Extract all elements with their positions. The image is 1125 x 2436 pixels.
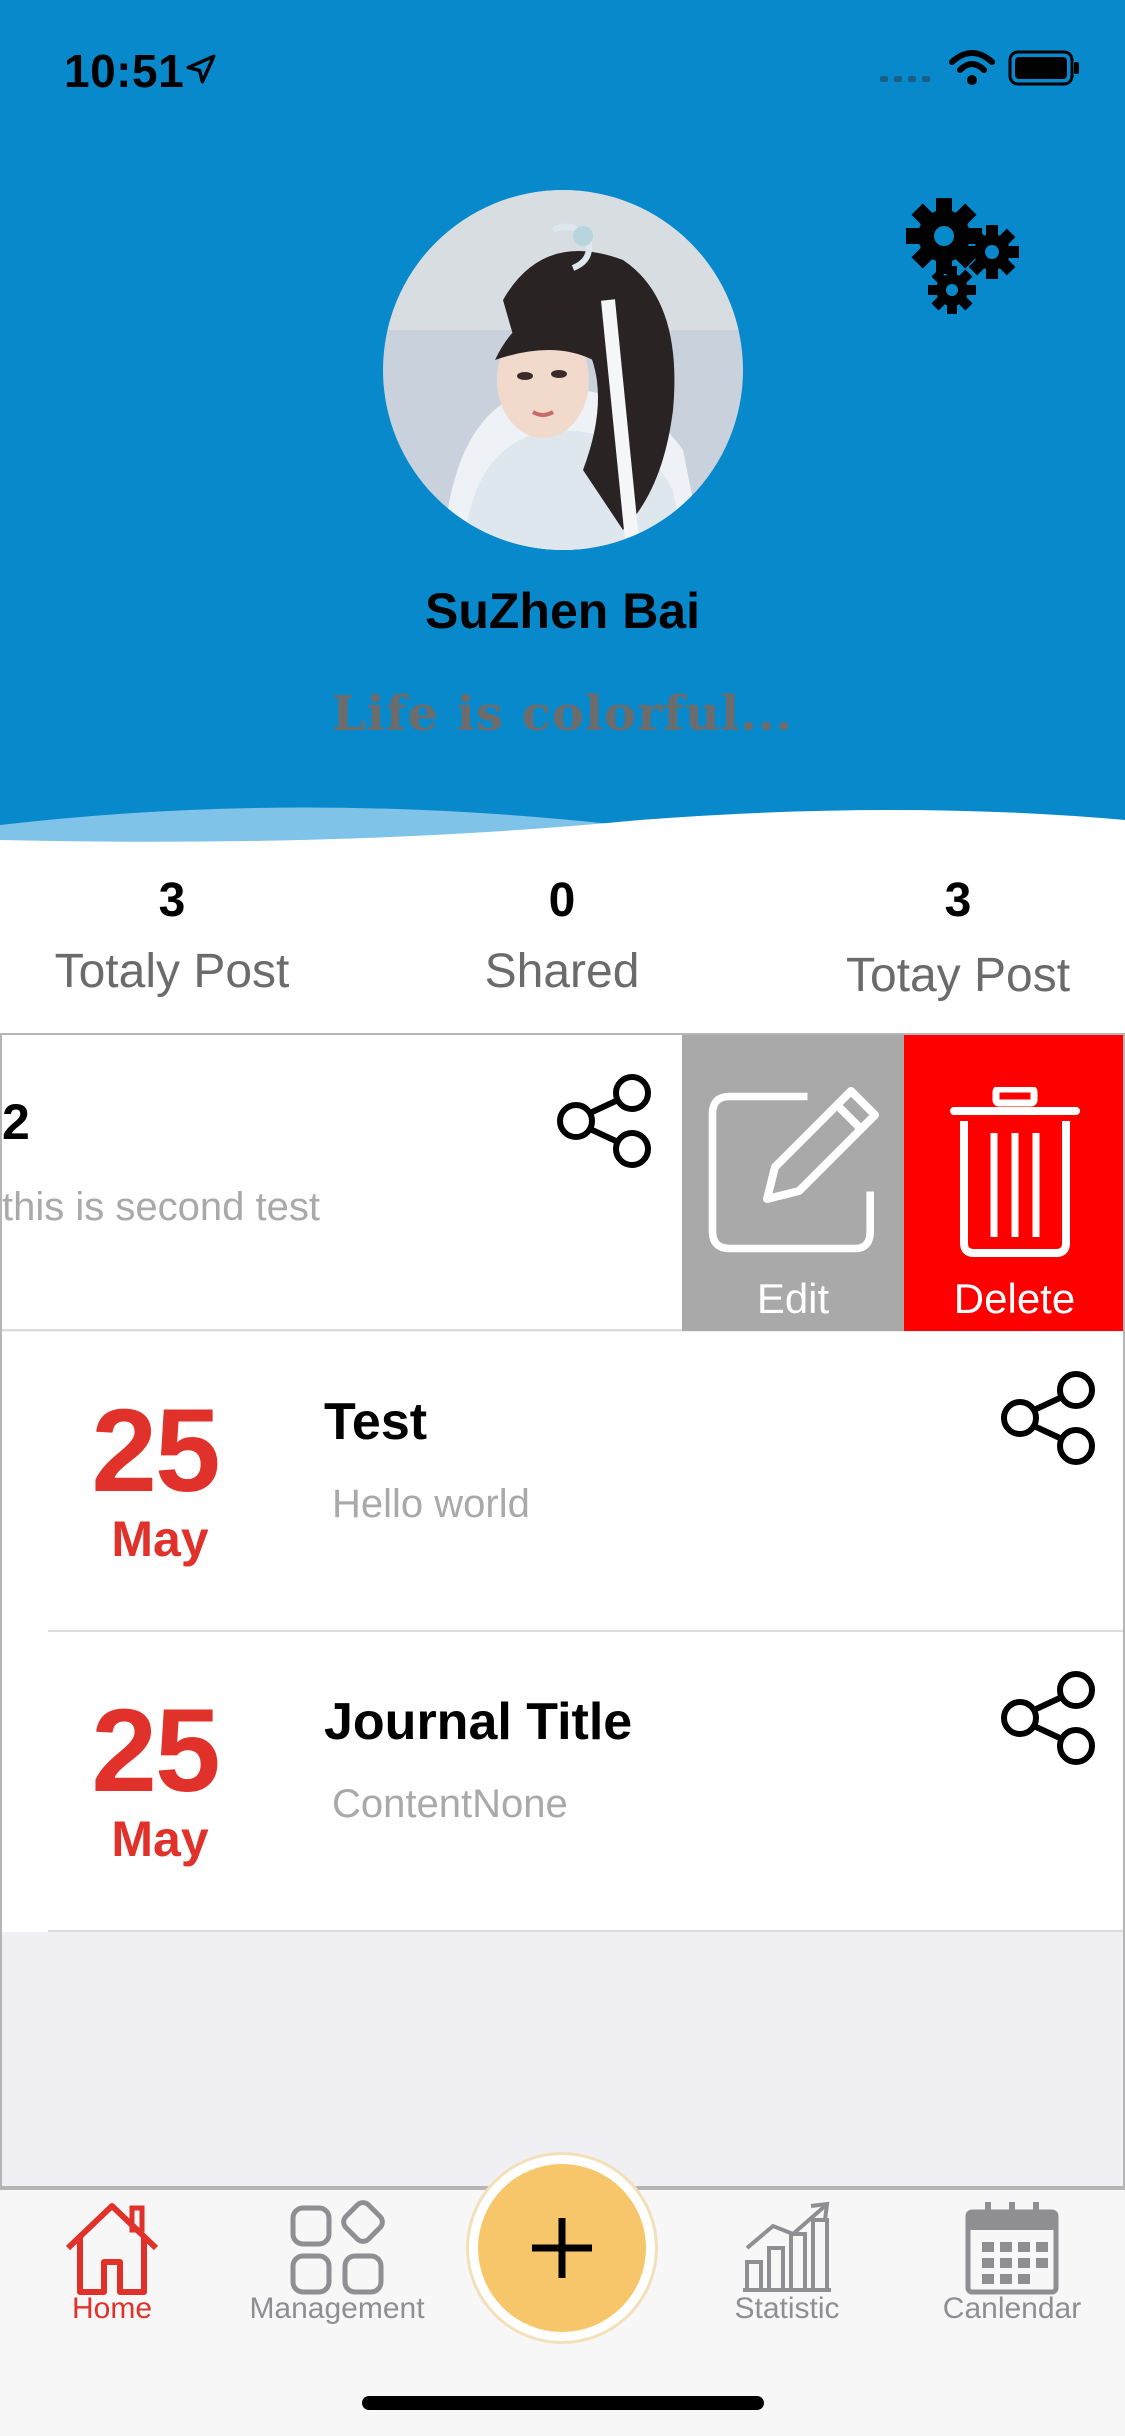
stat-total-posts: 3 Totaly Post (22, 866, 322, 999)
entry-day: 25 (91, 1685, 220, 1817)
delete-label: Delete (953, 1275, 1076, 1322)
add-entry-button[interactable] (478, 2164, 646, 2332)
share-icon[interactable] (998, 1368, 1098, 1468)
tab-management[interactable]: Management (237, 2190, 437, 2340)
edit-label: Edit (756, 1275, 830, 1322)
entry-title: 2 (2, 1094, 30, 1150)
tab-label: Management (249, 2292, 425, 2325)
tab-statistic[interactable]: Statistic (687, 2190, 887, 2340)
stat-value: 0 (548, 874, 576, 927)
list-item[interactable]: 25 May Test Hello world (2, 1332, 1123, 1632)
profile-header: 10:51 SuZhen Bai Life is colorful... (0, 0, 1125, 860)
avatar-image (383, 190, 743, 550)
gears-icon[interactable] (896, 190, 1028, 320)
location-arrow-icon (186, 54, 216, 84)
plus-icon (532, 2218, 592, 2278)
entry-content: ContentNone (332, 1782, 568, 1826)
entry-content: Hello world (332, 1482, 530, 1526)
header-wave (0, 807, 1125, 860)
home-icon (65, 2203, 159, 2295)
stat-label: Shared (484, 945, 640, 998)
home-indicator[interactable] (362, 2396, 764, 2410)
stat-label: Totay Post (845, 949, 1071, 1002)
entry-day: 25 (91, 1385, 220, 1517)
status-time: 10:51 (64, 45, 185, 97)
share-icon[interactable] (554, 1071, 654, 1171)
tab-home[interactable]: Home (12, 2190, 212, 2340)
calendar-icon (965, 2202, 1059, 2295)
stat-today-posts: 3 Totay Post (808, 866, 1108, 1003)
pencil-icon (708, 1087, 879, 1253)
tab-label: Home (71, 2292, 153, 2325)
tab-label: Statistic (734, 2292, 840, 2325)
edit-button[interactable]: Edit (682, 1035, 904, 1331)
list-item[interactable]: 25 May Journal Title ContentNone (2, 1632, 1123, 1932)
battery-icon (1008, 50, 1079, 86)
user-motto: Life is colorful... (331, 686, 794, 742)
list-item[interactable]: 2 this is second test Edit Delete (2, 1035, 1123, 1331)
tab-label: Canlendar (942, 2292, 1082, 2325)
entry-month: May (111, 1811, 209, 1867)
trash-icon (949, 1087, 1080, 1257)
entry-month: May (111, 1511, 209, 1567)
avatar[interactable] (383, 190, 743, 550)
grid-icon (290, 2200, 385, 2295)
journal-list[interactable]: 2 this is second test Edit Delete 25 May… (0, 1033, 1125, 2188)
entry-title: Test (324, 1393, 428, 1451)
wifi-icon (949, 50, 995, 85)
tab-calendar[interactable]: Canlendar (912, 2190, 1112, 2340)
share-icon[interactable] (998, 1668, 1098, 1768)
stat-value: 3 (944, 874, 972, 927)
stat-label: Totaly Post (54, 945, 290, 998)
stat-shared: 0 Shared (412, 866, 712, 999)
delete-button[interactable]: Delete (904, 1035, 1123, 1331)
stats-bar: 3 Totaly Post 0 Shared 3 Totay Post (0, 860, 1125, 1032)
entry-content: this is second test (2, 1185, 320, 1229)
cellular-signal-icon (880, 76, 930, 82)
user-name: SuZhen Bai (424, 583, 701, 639)
entry-title: Journal Title (324, 1693, 633, 1751)
stat-value: 3 (158, 874, 186, 927)
chart-icon (743, 2201, 831, 2292)
row-divider (48, 1930, 1123, 1932)
